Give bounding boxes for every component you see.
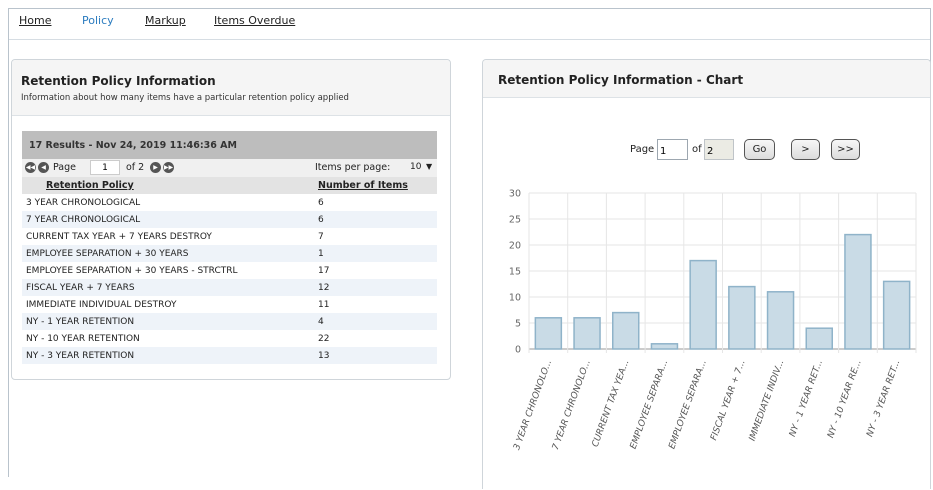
table-row[interactable]: IMMEDIATE INDIVIDUAL DESTROY 11 — [22, 296, 437, 313]
results-summary: 17 Results - Nov 24, 2019 11:46:36 AM — [29, 140, 237, 151]
chart-bar — [534, 317, 563, 350]
chart-bar — [805, 327, 833, 350]
x-tick-label: 7 YEAR CHRONOLO... — [551, 359, 593, 452]
dropdown-arrow-icon: ▼ — [426, 162, 433, 171]
x-tick-label: NY - 10 YEAR RE... — [826, 359, 864, 440]
x-tick-label: 3 YEAR CHRONOLO... — [512, 359, 554, 452]
y-tick-label: 5 — [515, 319, 521, 330]
chart-bar — [612, 311, 640, 350]
column-header-retention-policy[interactable]: Retention Policy — [46, 180, 134, 191]
retention-policy-cell: EMPLOYEE SEPARATION + 30 YEARS — [26, 249, 189, 259]
number-of-items-cell: 6 — [318, 215, 324, 225]
next-page-icon[interactable]: ▶ — [150, 162, 161, 173]
retention-policy-cell: IMMEDIATE INDIVIDUAL DESTROY — [26, 300, 177, 310]
chart-bar — [573, 317, 601, 350]
prev-page-icon[interactable]: ◀ — [38, 162, 49, 173]
last-page-icon[interactable]: ▶▶ — [163, 162, 174, 173]
column-header-number-of-items[interactable]: Number of Items — [318, 180, 408, 191]
chart-bar — [844, 233, 872, 350]
x-tick-label: EMPLOYEE SEPARA... — [667, 359, 709, 451]
panel-title: Retention Policy Information — [21, 74, 216, 88]
y-tick-label: 0 — [515, 345, 521, 356]
app-frame: Home Policy Markup Items Overdue Retenti… — [8, 8, 931, 489]
retention-policy-cell: FISCAL YEAR + 7 YEARS — [26, 283, 135, 293]
items-per-page-value: 10 — [410, 162, 422, 172]
chart-bar — [728, 285, 756, 350]
x-tick-label: FISCAL YEAR + 7... — [709, 359, 747, 442]
x-tick-label: NY - 3 YEAR RET... — [865, 359, 902, 439]
number-of-items-cell: 17 — [318, 266, 330, 276]
grid-body: 3 YEAR CHRONOLOGICAL 6 7 YEAR CHRONOLOGICA… — [22, 194, 437, 364]
page-number-input[interactable] — [90, 160, 120, 175]
number-of-items-cell: 11 — [318, 300, 330, 310]
table-row[interactable]: NY - 3 YEAR RETENTION 13 — [22, 347, 437, 364]
grid-pager: ◀◀ ◀ Page of 2 ▶ ▶▶ Items per page: 10 ▼ — [22, 159, 437, 177]
retention-policy-cell: CURRENT TAX YEAR + 7 YEARS DESTROY — [26, 232, 212, 242]
grid-header: Retention Policy Number of Items — [22, 177, 437, 194]
panel-header: Retention Policy Information Information… — [12, 60, 450, 116]
number-of-items-cell: 7 — [318, 232, 324, 242]
table-row[interactable]: 7 YEAR CHRONOLOGICAL 6 — [22, 211, 437, 228]
y-tick-label: 15 — [509, 267, 521, 278]
retention-policy-cell: EMPLOYEE SEPARATION + 30 YEARS - STRCTRL — [26, 266, 238, 276]
table-row[interactable]: 3 YEAR CHRONOLOGICAL 6 — [22, 194, 437, 211]
chart-bar — [882, 280, 911, 350]
chart-bar — [650, 343, 679, 350]
table-row[interactable]: FISCAL YEAR + 7 YEARS 12 — [22, 279, 437, 296]
chart-panel: Retention Policy Information - Chart Pag… — [482, 59, 931, 489]
table-row[interactable]: EMPLOYEE SEPARATION + 30 YEARS 1 — [22, 245, 437, 262]
number-of-items-cell: 1 — [318, 249, 324, 259]
number-of-items-cell: 13 — [318, 351, 330, 361]
x-tick-label: CURRENT TAX YEA... — [591, 359, 632, 449]
table-row[interactable]: NY - 10 YEAR RETENTION 22 — [22, 330, 437, 347]
page-label: Page — [53, 162, 76, 173]
items-per-page-label: Items per page: — [315, 162, 391, 173]
retention-policy-cell: NY - 10 YEAR RETENTION — [26, 334, 140, 344]
retention-policy-cell: 7 YEAR CHRONOLOGICAL — [26, 215, 141, 225]
page-of-label: of 2 — [126, 162, 145, 173]
nav-home-link[interactable]: Home — [19, 14, 51, 27]
nav-items-overdue-link[interactable]: Items Overdue — [214, 14, 295, 27]
y-tick-label: 25 — [509, 215, 521, 226]
retention-policy-cell: NY - 1 YEAR RETENTION — [26, 317, 135, 327]
number-of-items-cell: 4 — [318, 317, 324, 327]
retention-bar-chart: 0 5 10 15 20 25 30 3 YEAR CHRONOLO...7 YEAR CHR… — [509, 189, 917, 452]
retention-policy-cell: NY - 3 YEAR RETENTION — [26, 351, 135, 361]
number-of-items-cell: 12 — [318, 283, 330, 293]
y-tick-label: 30 — [509, 189, 521, 200]
x-tick-label: IMMEDIATE INDIV... — [748, 359, 787, 443]
table-row[interactable]: CURRENT TAX YEAR + 7 YEARS DESTROY 7 — [22, 228, 437, 245]
items-per-page-select[interactable]: 10 ▼ — [405, 159, 437, 176]
number-of-items-cell: 6 — [318, 198, 324, 208]
y-tick-label: 20 — [509, 241, 521, 252]
retention-policy-cell: 3 YEAR CHRONOLOGICAL — [26, 198, 141, 208]
chart-bar — [766, 291, 795, 350]
results-summary-bar: 17 Results - Nov 24, 2019 11:46:36 AM — [22, 131, 437, 159]
x-tick-label: NY - 1 YEAR RET... — [788, 359, 825, 439]
y-tick-label: 10 — [509, 293, 521, 304]
panel-subtitle: Information about how many items have a … — [21, 93, 349, 103]
chart-bar — [689, 259, 717, 350]
table-row[interactable]: EMPLOYEE SEPARATION + 30 YEARS - STRCTRL… — [22, 262, 437, 279]
x-tick-label: EMPLOYEE SEPARA... — [629, 359, 671, 451]
nav-markup-link[interactable]: Markup — [145, 14, 186, 27]
number-of-items-cell: 22 — [318, 334, 330, 344]
top-nav: Home Policy Markup Items Overdue — [9, 9, 930, 40]
retention-policy-panel: Retention Policy Information Information… — [11, 59, 451, 380]
first-page-icon[interactable]: ◀◀ — [25, 162, 36, 173]
nav-policy-link[interactable]: Policy — [82, 14, 114, 27]
table-row[interactable]: NY - 1 YEAR RETENTION 4 — [22, 313, 437, 330]
